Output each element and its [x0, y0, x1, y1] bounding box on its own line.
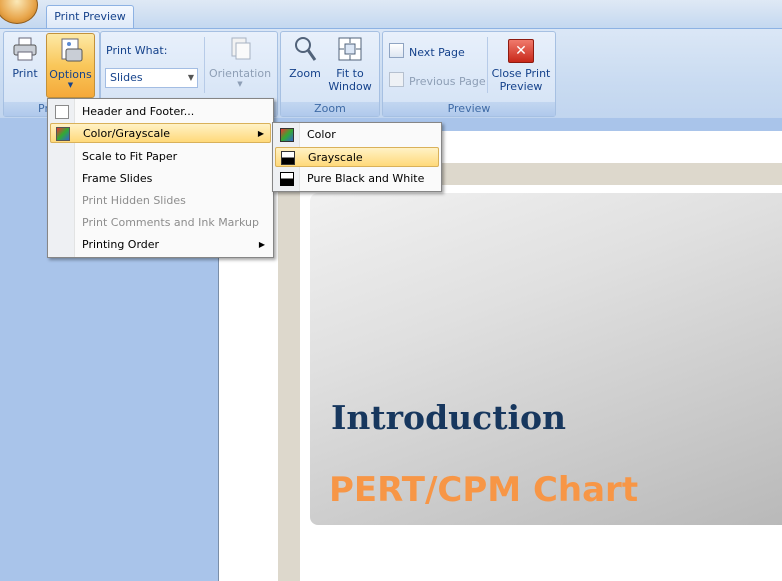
printer-icon	[13, 37, 37, 61]
menu-item-label: Grayscale	[308, 151, 363, 164]
options-menu: Header and Footer... Color/Grayscale ▶ S…	[47, 98, 274, 258]
menu-item-label: Frame Slides	[82, 172, 153, 185]
submenu-arrow-icon: ▶	[257, 129, 264, 138]
tab-print-preview[interactable]: Print Preview	[46, 5, 134, 29]
next-page-icon	[389, 43, 404, 58]
color-grayscale-submenu: Color Grayscale Pure Black and White	[272, 122, 442, 192]
submenu-arrow-icon: ▶	[258, 240, 265, 249]
fit-to-window-icon	[338, 37, 362, 61]
chevron-down-icon: ▼	[67, 81, 74, 89]
previous-page-button[interactable]: Previous Page	[389, 72, 486, 89]
chevron-down-icon: ▼	[237, 80, 243, 88]
orientation-icon	[231, 37, 251, 60]
previous-page-label: Previous Page	[409, 75, 486, 88]
options-button-label: Options	[49, 68, 92, 81]
page-margin-left	[278, 163, 300, 581]
menu-item-print-comments: Print Comments and Ink Markup	[50, 213, 271, 233]
close-print-preview-label-line1: Close Print	[491, 67, 551, 80]
print-what-label: Print What:	[106, 44, 168, 57]
submenu-item-color[interactable]: Color	[275, 125, 439, 145]
submenu-item-grayscale[interactable]: Grayscale	[275, 147, 439, 167]
header-footer-icon	[55, 105, 69, 119]
grayscale-swatch-icon	[281, 151, 295, 165]
zoom-button-label: Zoom	[289, 67, 321, 80]
menu-item-label: Color	[307, 128, 336, 141]
options-button[interactable]: Options ▼	[46, 33, 95, 98]
slide-subtitle: PERT/CPM Chart	[329, 470, 639, 510]
fit-to-window-button[interactable]: Fit to Window	[326, 35, 374, 95]
next-page-button[interactable]: Next Page	[389, 43, 465, 60]
print-what-value: Slides	[110, 71, 143, 84]
previous-page-icon	[389, 72, 404, 87]
menu-item-print-hidden-slides: Print Hidden Slides	[50, 191, 271, 211]
menu-item-frame-slides[interactable]: Frame Slides	[50, 169, 271, 189]
group-divider	[204, 37, 205, 93]
color-swatch-icon	[280, 128, 294, 142]
close-icon: ✕	[508, 39, 534, 63]
black-white-swatch-icon	[280, 172, 294, 186]
print-button-label: Print	[12, 67, 38, 80]
options-icon	[61, 38, 82, 62]
preview-group-label: Preview	[383, 102, 555, 116]
menu-item-label: Color/Grayscale	[83, 127, 171, 140]
magnifier-icon	[295, 37, 317, 61]
orientation-label: Orientation	[208, 67, 272, 80]
close-print-preview-label-line2: Preview	[499, 80, 543, 93]
submenu-item-pure-black-white[interactable]: Pure Black and White	[275, 169, 439, 189]
menu-item-scale-to-fit[interactable]: Scale to Fit Paper	[50, 147, 271, 167]
fit-to-window-label-line1: Fit to	[336, 67, 364, 80]
menu-item-color-grayscale[interactable]: Color/Grayscale ▶	[50, 123, 271, 143]
next-page-label: Next Page	[409, 46, 465, 59]
menu-item-printing-order[interactable]: Printing Order ▶	[50, 235, 271, 255]
print-what-select[interactable]: Slides ▼	[105, 68, 198, 88]
color-grayscale-icon	[56, 127, 70, 141]
orientation-button[interactable]: Orientation ▼	[208, 35, 272, 95]
menu-item-label: Scale to Fit Paper	[82, 150, 178, 163]
close-print-preview-button[interactable]: ✕ Close Print Preview	[490, 37, 552, 97]
menu-item-label: Header and Footer...	[82, 105, 195, 118]
fit-to-window-label-line2: Window	[328, 80, 372, 93]
group-divider	[487, 37, 488, 93]
zoom-group-label: Zoom	[281, 102, 379, 116]
menu-item-header-footer[interactable]: Header and Footer...	[50, 102, 271, 122]
print-button[interactable]: Print	[6, 35, 44, 91]
dropdown-arrow-icon: ▼	[187, 73, 194, 82]
menu-item-label: Pure Black and White	[307, 172, 425, 185]
slide-title: Introduction	[331, 398, 567, 437]
menu-item-label: Print Hidden Slides	[82, 194, 186, 207]
zoom-button[interactable]: Zoom	[284, 35, 326, 91]
menu-item-label: Print Comments and Ink Markup	[82, 216, 259, 229]
menu-item-label: Printing Order	[82, 238, 160, 251]
